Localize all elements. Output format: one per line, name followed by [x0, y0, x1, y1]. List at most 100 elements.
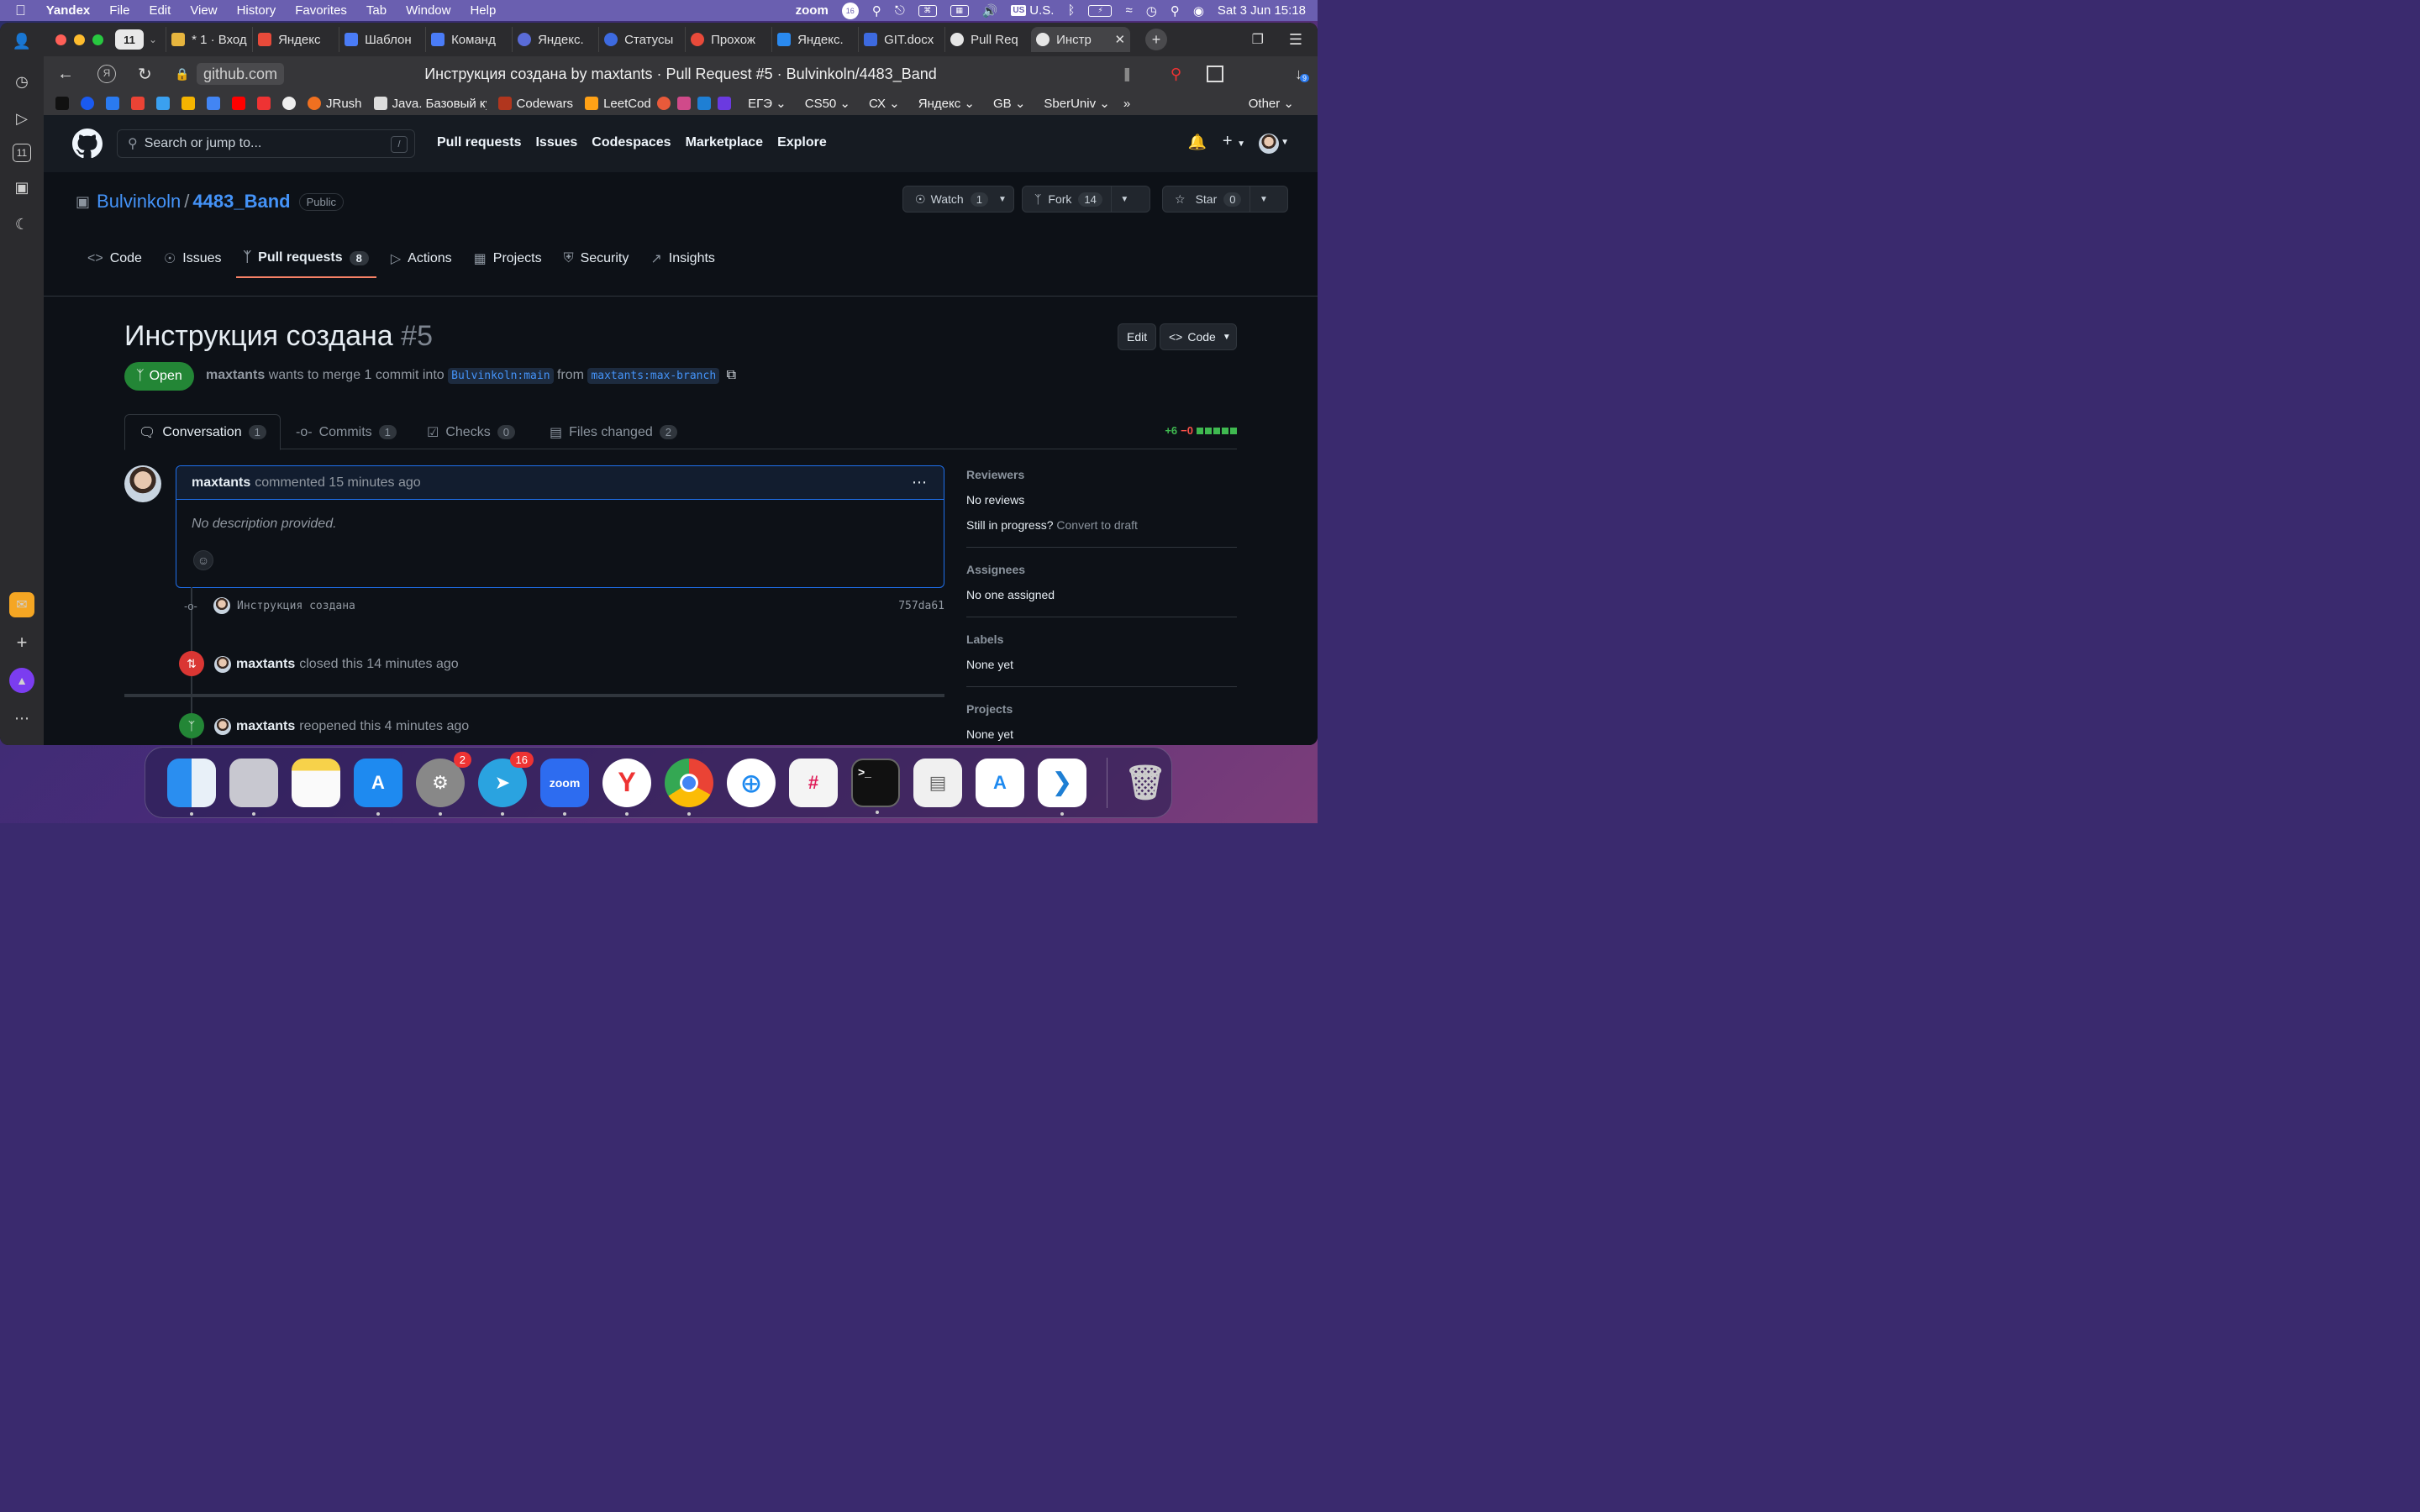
watch-button[interactable]: ☉ Watch 1 ▼	[902, 186, 1014, 213]
star-button[interactable]: ☆ Star 0 ▼	[1162, 186, 1288, 213]
history-icon[interactable]: ◷	[10, 70, 34, 93]
commit-sha-link[interactable]: 757da61	[898, 600, 944, 612]
tab-files-changed[interactable]: ▤ Files changed 2	[536, 414, 691, 450]
chrome-icon[interactable]	[665, 758, 713, 816]
bookmark-folder-gb[interactable]: GB ⌄	[993, 96, 1025, 112]
notes-icon[interactable]	[292, 758, 340, 807]
tab-security[interactable]: ⛨ Security	[556, 239, 637, 278]
event-author-avatar[interactable]	[214, 718, 231, 735]
base-branch[interactable]: Bulvinkoln:main	[448, 368, 554, 384]
copy-icon[interactable]: ⧉	[727, 368, 736, 382]
bookmark-yandex-icon[interactable]	[156, 97, 175, 110]
edit-button[interactable]: Edit	[1118, 323, 1157, 350]
bookmark-jrush[interactable]: JRush	[308, 97, 362, 111]
minimize-window-button[interactable]	[74, 34, 85, 45]
bookmarks-overflow-icon[interactable]: »	[1123, 97, 1130, 111]
volume-icon[interactable]: 🔊	[982, 3, 998, 18]
menu-file[interactable]: File	[109, 3, 129, 18]
github-logo-icon[interactable]	[72, 129, 103, 159]
repo-owner-link[interactable]: Bulvinkoln	[97, 191, 181, 213]
bookmark-folder-icon[interactable]	[55, 97, 74, 110]
bookmark-target-icon[interactable]	[657, 97, 676, 110]
alice-assistant-icon[interactable]: ▲	[9, 668, 34, 693]
chevron-down-icon[interactable]: ▼	[1110, 186, 1138, 212]
command-icon[interactable]: ⌘	[918, 4, 937, 17]
launchpad-icon[interactable]	[229, 758, 278, 816]
input-source[interactable]: US U.S.	[1011, 3, 1054, 18]
commit-author-avatar[interactable]	[213, 597, 230, 614]
more-options-icon[interactable]: ⋯	[912, 474, 927, 491]
menu-window[interactable]: Window	[406, 3, 450, 18]
spotlight-search-icon[interactable]: ⚲	[1171, 3, 1180, 18]
menu-help[interactable]: Help	[470, 3, 496, 18]
safari-icon[interactable]: ⨁	[727, 758, 776, 807]
tab-checks[interactable]: ☑ Checks 0	[413, 414, 529, 450]
commit-message-link[interactable]: Инструкция создана	[237, 600, 355, 612]
code-dropdown-button[interactable]: <> Code ▼	[1160, 323, 1237, 350]
zoom-status-icon[interactable]: zoom	[796, 3, 829, 18]
nav-issues[interactable]: Issues	[535, 135, 577, 150]
tab-pull-requests[interactable]: ᛉ Pull requests 8	[235, 239, 376, 278]
trash-icon[interactable]: 🗑	[1121, 759, 1170, 807]
tab-issues[interactable]: ☉ Issues	[156, 239, 229, 278]
search-input[interactable]: ⚲ Search or jump to... /	[117, 129, 415, 158]
browser-tab[interactable]: GIT.docx	[858, 27, 944, 52]
bookmark-bolt-icon[interactable]	[718, 97, 736, 110]
tab-projects[interactable]: ▦ Projects	[466, 239, 550, 278]
projects-heading[interactable]: Projects	[966, 702, 1237, 716]
wifi-icon[interactable]: ≈	[1125, 3, 1132, 18]
bookmark-icon[interactable]: ❚	[1122, 66, 1133, 82]
menu-history[interactable]: History	[237, 3, 276, 18]
avatar-dropdown-icon[interactable]: ▼	[1281, 138, 1289, 147]
pr-author-link[interactable]: maxtants	[206, 368, 265, 382]
headphones-icon[interactable]: ⎋	[895, 3, 905, 18]
qr-code-icon[interactable]	[1207, 66, 1223, 82]
zoom-window-button[interactable]	[92, 34, 103, 45]
tab-actions[interactable]: ▷ Actions	[383, 239, 460, 278]
screenshot-icon[interactable]: ▣	[10, 176, 34, 199]
menu-tab[interactable]: Tab	[366, 3, 387, 18]
repo-name-link[interactable]: 4483_Band	[192, 191, 290, 213]
textedit-icon[interactable]: ▤	[913, 758, 962, 807]
bookmark-gmail-icon[interactable]	[131, 97, 150, 110]
close-tab-icon[interactable]: ✕	[1114, 32, 1125, 47]
event-author-avatar[interactable]	[214, 656, 231, 673]
apple-icon[interactable]: 	[15, 3, 26, 19]
mail-app-icon[interactable]: ✉	[9, 592, 34, 617]
menu-view[interactable]: View	[190, 3, 217, 18]
new-tab-icon[interactable]: +	[1145, 29, 1168, 50]
close-window-button[interactable]	[55, 34, 66, 45]
bookmark-leetcode[interactable]: LeetCod	[585, 97, 650, 111]
browser-tab[interactable]: Шаблон	[339, 27, 425, 52]
event-author-link[interactable]: maxtants	[236, 719, 295, 734]
bookmark-java[interactable]: Java. Базовый ку	[373, 97, 487, 111]
memory-icon[interactable]: ▦	[950, 4, 969, 17]
bookmark-calendar-icon[interactable]	[207, 97, 225, 110]
bookmark-github-icon[interactable]	[282, 97, 301, 110]
browser-tab[interactable]: * 1 · Вход	[166, 27, 252, 52]
time-machine-icon[interactable]: ◷	[1146, 3, 1157, 18]
key-icon[interactable]: ⚲	[872, 3, 881, 18]
tab-count-button[interactable]: 11	[115, 29, 144, 50]
browser-tab[interactable]: Команд	[425, 27, 512, 52]
bluetooth-icon[interactable]: ᛒ	[1067, 3, 1075, 18]
reviewers-heading[interactable]: Reviewers	[966, 468, 1237, 481]
location-pin-icon[interactable]: ⚲	[1171, 66, 1181, 83]
menu-edit[interactable]: Edit	[149, 3, 171, 18]
night-mode-icon[interactable]: ☾	[10, 213, 34, 236]
add-reaction-icon[interactable]: ☺	[193, 550, 213, 570]
labels-heading[interactable]: Labels	[966, 633, 1237, 646]
tab-insights[interactable]: ↗ Insights	[643, 239, 723, 278]
create-new-icon[interactable]: + ▼	[1223, 132, 1245, 151]
user-avatar[interactable]	[1259, 134, 1279, 154]
chevron-down-icon[interactable]: ▼	[1249, 186, 1276, 212]
menu-app-name[interactable]: Yandex	[46, 3, 91, 18]
comment-author-avatar[interactable]	[124, 465, 161, 502]
battery-icon[interactable]: ⚡	[1088, 4, 1113, 17]
browser-tab[interactable]: Прохож	[685, 27, 771, 52]
bookmark-folder-sx[interactable]: СХ ⌄	[869, 96, 900, 112]
bookmark-drive-icon[interactable]	[182, 97, 200, 110]
more-options-icon[interactable]: ⋯	[10, 706, 34, 730]
bookmark-folder-yandex[interactable]: Яндекс ⌄	[918, 96, 975, 112]
terminal-icon[interactable]: >_	[851, 758, 900, 814]
